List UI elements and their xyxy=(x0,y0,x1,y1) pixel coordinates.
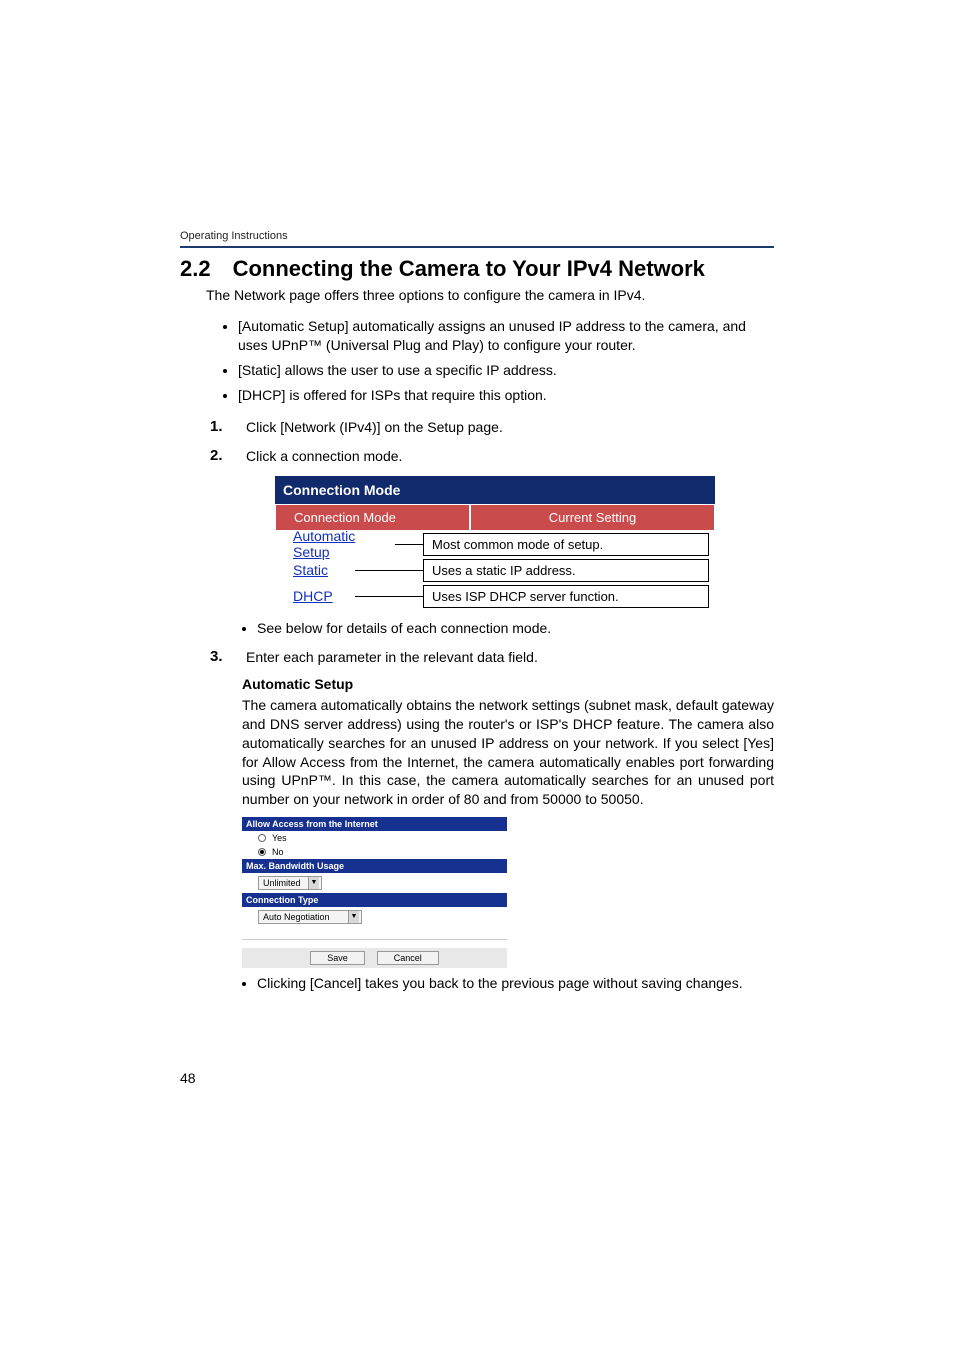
step-2: 2. Click a connection mode. xyxy=(210,447,774,466)
desc-static: Uses a static IP address. xyxy=(423,559,709,582)
row-static: Static Uses a static IP address. xyxy=(275,557,715,583)
bandwidth-value: Unlimited xyxy=(263,878,301,888)
link-dhcp[interactable]: DHCP xyxy=(275,588,355,604)
step-2-text: Click a connection mode. xyxy=(246,447,774,466)
chevron-down-icon: ▼ xyxy=(308,877,319,889)
step-2-number: 2. xyxy=(210,447,232,466)
link-static[interactable]: Static xyxy=(275,562,355,578)
callout-line xyxy=(355,596,423,597)
section-number: 2.2 xyxy=(180,256,211,282)
running-header: Operating Instructions xyxy=(180,230,774,248)
save-button[interactable]: Save xyxy=(310,951,365,965)
step-3-text: Enter each parameter in the relevant dat… xyxy=(246,648,774,667)
step-3-number: 3. xyxy=(210,648,232,667)
button-bar: Save Cancel xyxy=(242,948,507,968)
connection-mode-figure: Connection Mode Connection Mode Current … xyxy=(275,476,715,609)
step-1-number: 1. xyxy=(210,418,232,437)
page-number: 48 xyxy=(180,1070,196,1086)
cancel-note-bullets: Clicking [Cancel] takes you back to the … xyxy=(225,974,774,993)
callout-line xyxy=(395,544,423,545)
section-title: 2.2 Connecting the Camera to Your IPv4 N… xyxy=(180,256,774,282)
row-automatic-setup: Automatic Setup Most common mode of setu… xyxy=(275,531,715,557)
bandwidth-select[interactable]: Unlimited ▼ xyxy=(258,876,322,890)
step-1: 1. Click [Network (IPv4)] on the Setup p… xyxy=(210,418,774,437)
radio-icon xyxy=(258,834,266,842)
link-automatic-setup[interactable]: Automatic Setup xyxy=(275,528,395,560)
section-heading: Connecting the Camera to Your IPv4 Netwo… xyxy=(233,256,705,282)
radio-yes[interactable]: Yes xyxy=(242,831,507,845)
connection-type-value: Auto Negotiation xyxy=(263,912,330,922)
chevron-down-icon: ▼ xyxy=(348,911,359,923)
header-current-setting: Current Setting xyxy=(470,504,715,531)
section-max-bandwidth: Max. Bandwidth Usage xyxy=(242,859,507,873)
row-dhcp: DHCP Uses ISP DHCP server function. xyxy=(275,583,715,609)
feature-bullets: [Automatic Setup] automatically assigns … xyxy=(210,317,774,405)
intro-paragraph: The Network page offers three options to… xyxy=(206,286,774,305)
connection-type-select[interactable]: Auto Negotiation ▼ xyxy=(258,910,362,924)
bullet-automatic-setup: [Automatic Setup] automatically assigns … xyxy=(238,317,774,355)
note-bullets: See below for details of each connection… xyxy=(225,619,774,638)
connection-mode-panel-title: Connection Mode xyxy=(275,476,715,504)
bullet-dhcp: [DHCP] is offered for ISPs that require … xyxy=(238,386,774,405)
desc-dhcp: Uses ISP DHCP server function. xyxy=(423,585,709,608)
automatic-setup-heading: Automatic Setup xyxy=(242,675,774,694)
callout-line xyxy=(355,570,423,571)
cancel-button[interactable]: Cancel xyxy=(377,951,439,965)
cancel-note: Clicking [Cancel] takes you back to the … xyxy=(257,974,774,993)
radio-no-label: No xyxy=(272,847,284,857)
section-connection-type: Connection Type xyxy=(242,893,507,907)
connection-mode-header-row: Connection Mode Current Setting xyxy=(275,504,715,531)
section-allow-access: Allow Access from the Internet xyxy=(242,817,507,831)
desc-automatic-setup: Most common mode of setup. xyxy=(423,533,709,556)
radio-no[interactable]: No xyxy=(242,845,507,859)
bullet-static: [Static] allows the user to use a specif… xyxy=(238,361,774,380)
radio-icon xyxy=(258,848,266,856)
step-1-text: Click [Network (IPv4)] on the Setup page… xyxy=(246,418,774,437)
radio-yes-label: Yes xyxy=(272,833,287,843)
note-see-below: See below for details of each connection… xyxy=(257,619,774,638)
automatic-setup-body: The camera automatically obtains the net… xyxy=(242,697,774,807)
automatic-setup-block: Automatic Setup The camera automatically… xyxy=(242,675,774,809)
step-3: 3. Enter each parameter in the relevant … xyxy=(210,648,774,667)
settings-panel-figure: Allow Access from the Internet Yes No Ma… xyxy=(242,817,507,968)
header-connection-mode: Connection Mode xyxy=(275,504,470,531)
